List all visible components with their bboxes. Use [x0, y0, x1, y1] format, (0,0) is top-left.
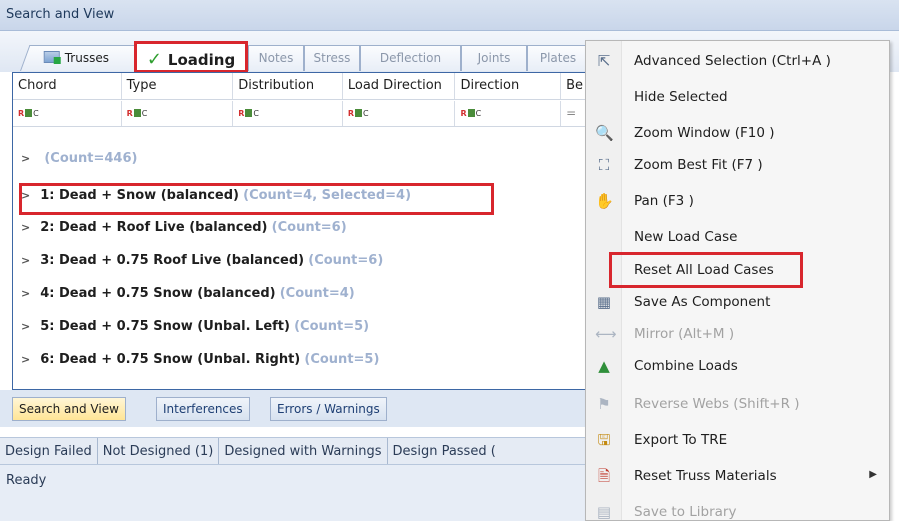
group-row[interactable]: >2: Dead + Roof Live (balanced) (Count=6…	[21, 220, 347, 244]
menu-item-combine-loads[interactable]: ▲ Combine Loads	[586, 350, 889, 382]
reset-icon: 🗎	[597, 467, 611, 485]
menu-item-new-load-case[interactable]: New Load Case	[586, 221, 889, 253]
tab-plates[interactable]: Plates	[527, 45, 589, 71]
checkmark-icon: ✓	[146, 49, 162, 70]
menu-item-mirror: ⟷ Mirror (Alt+M )	[595, 325, 735, 343]
tab-search-and-view[interactable]: Search and View	[12, 397, 126, 421]
filter-icon	[467, 109, 475, 117]
tab-design-failed[interactable]: Design Failed	[0, 438, 98, 464]
zoom-fit-icon: ⛶	[598, 156, 610, 174]
menu-item-export-to-tre[interactable]: 🖫 Export To TRE	[586, 424, 889, 456]
filter-cell-type[interactable]: RC	[122, 101, 234, 126]
filter-cell-load-direction[interactable]: RC	[343, 101, 456, 126]
column-header-chord[interactable]: Chord	[13, 73, 122, 99]
menu-item-hide-selected[interactable]: Hide Selected	[586, 81, 889, 113]
tab-trusses[interactable]: Trusses	[20, 45, 148, 71]
filter-icon	[245, 109, 253, 117]
menu-item-reset-truss-materials[interactable]: 🗎 Reset Truss Materials ▶	[586, 460, 889, 492]
tab-errors-warnings[interactable]: Errors / Warnings	[270, 397, 387, 421]
tab-not-designed[interactable]: Not Designed (1)	[98, 438, 220, 464]
group-row[interactable]: >6: Dead + 0.75 Snow (Unbal. Right) (Cou…	[21, 352, 379, 376]
submenu-arrow-icon: ▶	[869, 469, 877, 480]
filter-icon	[25, 109, 33, 117]
truss-icon	[43, 51, 60, 63]
group-row[interactable]: >3: Dead + 0.75 Roof Live (balanced) (Co…	[21, 253, 383, 277]
column-header-direction[interactable]: Direction	[455, 73, 562, 99]
chevron-right-icon[interactable]: >	[21, 221, 30, 234]
filter-cell-direction[interactable]: RC	[455, 101, 562, 126]
component-icon: ▦	[596, 293, 612, 311]
highlight-box	[19, 183, 494, 215]
menu-item-zoom-window[interactable]: 🔍 Zoom Window (F10 )	[586, 117, 889, 149]
tab-stress[interactable]: Stress	[304, 45, 360, 71]
grid-header: Chord Type Distribution Load Direction D…	[13, 73, 591, 100]
export-icon: 🖫	[597, 431, 611, 449]
combine-icon: ▲	[598, 357, 610, 375]
chevron-right-icon[interactable]: >	[21, 320, 30, 333]
tab-interferences[interactable]: Interferences	[156, 397, 250, 421]
filter-cell-chord[interactable]: RC	[13, 101, 122, 126]
filter-row: RC RC RC RC RC =	[13, 101, 591, 127]
mirror-icon: ⟷	[595, 325, 617, 343]
group-row[interactable]: >5: Dead + 0.75 Snow (Unbal. Left) (Coun…	[21, 319, 369, 343]
column-header-type[interactable]: Type	[122, 73, 234, 99]
design-status-tabs: Design Failed Not Designed (1) Designed …	[0, 437, 590, 465]
library-icon: ▤	[596, 503, 612, 521]
menu-item-advanced-selection[interactable]: ⇱ Advanced Selection (Ctrl+A )	[586, 45, 889, 77]
tab-loading[interactable]: ✓ Loading	[134, 41, 248, 73]
tab-notes[interactable]: Notes	[248, 45, 304, 71]
group-row[interactable]: > (Count=446)	[21, 151, 137, 175]
tab-designed-with-warnings[interactable]: Designed with Warnings	[219, 438, 388, 464]
group-row[interactable]: >4: Dead + 0.75 Snow (balanced) (Count=4…	[21, 286, 355, 310]
reverse-icon: ⚑	[597, 395, 611, 413]
hand-icon: ✋	[595, 192, 614, 210]
filter-icon	[133, 109, 141, 117]
column-header-distribution[interactable]: Distribution	[233, 73, 343, 99]
magnifier-icon: 🔍	[595, 124, 614, 142]
lower-tab-strip: Search and View Interferences Errors / W…	[0, 390, 590, 427]
tab-joints[interactable]: Joints	[461, 45, 527, 71]
highlight-box	[609, 252, 803, 288]
cursor-icon: ⇱	[597, 52, 611, 70]
filter-cell-distribution[interactable]: RC	[233, 101, 343, 126]
chevron-right-icon[interactable]: >	[21, 287, 30, 300]
menu-item-save-as-component[interactable]: ▦ Save As Component	[586, 286, 889, 318]
status-text: Ready	[0, 465, 590, 521]
panel-title: Search and View	[0, 0, 899, 31]
tab-design-passed[interactable]: Design Passed (	[388, 438, 501, 464]
filter-icon	[355, 109, 363, 117]
load-grid: Chord Type Distribution Load Direction D…	[12, 72, 592, 390]
tab-deflection[interactable]: Deflection	[360, 45, 461, 71]
menu-item-pan[interactable]: ✋ Pan (F3 )	[586, 185, 889, 217]
chevron-right-icon[interactable]: >	[21, 152, 30, 165]
menu-item-reverse-webs: ⚑ Reverse Webs (Shift+R )	[586, 388, 889, 420]
menu-item-save-to-library: ▤ Save to Library	[596, 503, 737, 521]
menu-item-zoom-best-fit[interactable]: ⛶ Zoom Best Fit (F7 )	[586, 149, 889, 181]
chevron-right-icon[interactable]: >	[21, 353, 30, 366]
chevron-right-icon[interactable]: >	[21, 254, 30, 267]
column-header-load-direction[interactable]: Load Direction	[343, 73, 456, 99]
